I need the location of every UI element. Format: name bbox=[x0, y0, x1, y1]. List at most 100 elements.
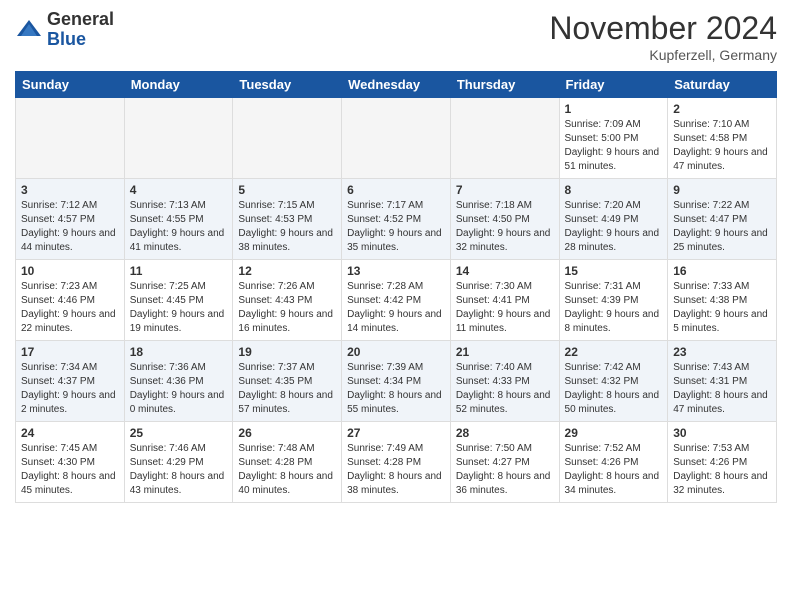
day-number: 22 bbox=[565, 345, 663, 359]
calendar-cell: 7 Sunrise: 7:18 AM Sunset: 4:50 PM Daylig… bbox=[450, 179, 559, 260]
day-info: Sunrise: 7:45 AM Sunset: 4:30 PM Dayligh… bbox=[21, 442, 119, 498]
day-info: Sunrise: 7:37 AM Sunset: 4:35 PM Dayligh… bbox=[238, 361, 336, 417]
calendar-cell bbox=[342, 98, 451, 179]
day-info: Sunrise: 7:31 AM Sunset: 4:39 PM Dayligh… bbox=[565, 280, 663, 336]
calendar-cell: 4Sunrise: 7:13 AM Sunset: 4:55 PM Daylig… bbox=[124, 179, 233, 260]
page: General Blue November 2024 Kupferzell, G… bbox=[0, 0, 792, 612]
calendar-cell: 12 Sunrise: 7:26 AM Sunset: 4:43 PM Dayli… bbox=[233, 260, 342, 341]
calendar-cell: 18Sunrise: 7:36 AM Sunset: 4:36 PM Dayli… bbox=[124, 341, 233, 422]
col-tuesday: Tuesday bbox=[233, 72, 342, 98]
day-info: Sunrise: 7:30 AM Sunset: 4:41 PM Dayligh… bbox=[456, 280, 554, 336]
calendar-cell: 20 Sunrise: 7:39 AM Sunset: 4:34 PM Dayli… bbox=[342, 341, 451, 422]
col-wednesday: Wednesday bbox=[342, 72, 451, 98]
day-info: Sunrise: 7:49 AM Sunset: 4:28 PM Dayligh… bbox=[347, 442, 445, 498]
day-number: 23 bbox=[673, 345, 771, 359]
calendar-cell: 29 Sunrise: 7:52 AM Sunset: 4:26 PM Dayli… bbox=[559, 422, 668, 503]
day-number: 14 bbox=[456, 264, 554, 278]
day-number: 12 bbox=[238, 264, 336, 278]
day-number: 21 bbox=[456, 345, 554, 359]
day-info: Sunrise: 7:52 AM Sunset: 4:26 PM Dayligh… bbox=[565, 442, 663, 498]
calendar-header-row: Sunday Monday Tuesday Wednesday Thursday… bbox=[16, 72, 777, 98]
day-number: 26 bbox=[238, 426, 336, 440]
calendar-cell bbox=[16, 98, 125, 179]
day-number: 16 bbox=[673, 264, 771, 278]
calendar-week-4: 17 Sunrise: 7:34 AM Sunset: 4:37 PM Dayli… bbox=[16, 341, 777, 422]
day-info: Sunrise: 7:25 AM Sunset: 4:45 PM Dayligh… bbox=[130, 280, 228, 336]
day-number: 30 bbox=[673, 426, 771, 440]
day-info: Sunrise: 7:10 AM Sunset: 4:58 PM Dayligh… bbox=[673, 118, 771, 174]
calendar-week-1: 1Sunrise: 7:09 AM Sunset: 5:00 PM Daylig… bbox=[16, 98, 777, 179]
calendar-cell: 6Sunrise: 7:17 AM Sunset: 4:52 PM Daylig… bbox=[342, 179, 451, 260]
day-info: Sunrise: 7:50 AM Sunset: 4:27 PM Dayligh… bbox=[456, 442, 554, 498]
day-number: 5 bbox=[238, 183, 336, 197]
calendar-cell bbox=[450, 98, 559, 179]
day-number: 15 bbox=[565, 264, 663, 278]
day-info: Sunrise: 7:46 AM Sunset: 4:29 PM Dayligh… bbox=[130, 442, 228, 498]
calendar-cell: 1Sunrise: 7:09 AM Sunset: 5:00 PM Daylig… bbox=[559, 98, 668, 179]
logo-general: General bbox=[47, 10, 114, 30]
day-info: Sunrise: 7:36 AM Sunset: 4:36 PM Dayligh… bbox=[130, 361, 228, 417]
day-number: 1 bbox=[565, 102, 663, 116]
col-monday: Monday bbox=[124, 72, 233, 98]
day-number: 9 bbox=[673, 183, 771, 197]
calendar-cell: 13Sunrise: 7:28 AM Sunset: 4:42 PM Dayli… bbox=[342, 260, 451, 341]
day-info: Sunrise: 7:53 AM Sunset: 4:26 PM Dayligh… bbox=[673, 442, 771, 498]
day-info: Sunrise: 7:34 AM Sunset: 4:37 PM Dayligh… bbox=[21, 361, 119, 417]
calendar-cell: 10Sunrise: 7:23 AM Sunset: 4:46 PM Dayli… bbox=[16, 260, 125, 341]
calendar-cell: 25Sunrise: 7:46 AM Sunset: 4:29 PM Dayli… bbox=[124, 422, 233, 503]
calendar-cell: 17 Sunrise: 7:34 AM Sunset: 4:37 PM Dayli… bbox=[16, 341, 125, 422]
day-info: Sunrise: 7:12 AM Sunset: 4:57 PM Dayligh… bbox=[21, 199, 119, 255]
calendar-cell: 30 Sunrise: 7:53 AM Sunset: 4:26 PM Dayli… bbox=[668, 422, 777, 503]
title-block: November 2024 Kupferzell, Germany bbox=[549, 10, 777, 63]
day-number: 2 bbox=[673, 102, 771, 116]
day-info: Sunrise: 7:43 AM Sunset: 4:31 PM Dayligh… bbox=[673, 361, 771, 417]
calendar-cell: 27 Sunrise: 7:49 AM Sunset: 4:28 PM Dayli… bbox=[342, 422, 451, 503]
calendar-cell: 19Sunrise: 7:37 AM Sunset: 4:35 PM Dayli… bbox=[233, 341, 342, 422]
day-number: 29 bbox=[565, 426, 663, 440]
day-info: Sunrise: 7:22 AM Sunset: 4:47 PM Dayligh… bbox=[673, 199, 771, 255]
day-number: 11 bbox=[130, 264, 228, 278]
logo: General Blue bbox=[15, 10, 114, 50]
calendar-cell: 3 Sunrise: 7:12 AM Sunset: 4:57 PM Daylig… bbox=[16, 179, 125, 260]
day-number: 17 bbox=[21, 345, 119, 359]
day-number: 4 bbox=[130, 183, 228, 197]
calendar-week-5: 24Sunrise: 7:45 AM Sunset: 4:30 PM Dayli… bbox=[16, 422, 777, 503]
day-info: Sunrise: 7:48 AM Sunset: 4:28 PM Dayligh… bbox=[238, 442, 336, 498]
calendar-cell bbox=[233, 98, 342, 179]
day-info: Sunrise: 7:42 AM Sunset: 4:32 PM Dayligh… bbox=[565, 361, 663, 417]
col-thursday: Thursday bbox=[450, 72, 559, 98]
day-info: Sunrise: 7:40 AM Sunset: 4:33 PM Dayligh… bbox=[456, 361, 554, 417]
calendar-cell bbox=[124, 98, 233, 179]
calendar-cell: 21 Sunrise: 7:40 AM Sunset: 4:33 PM Dayli… bbox=[450, 341, 559, 422]
calendar-cell: 26 Sunrise: 7:48 AM Sunset: 4:28 PM Dayli… bbox=[233, 422, 342, 503]
calendar-cell: 16 Sunrise: 7:33 AM Sunset: 4:38 PM Dayli… bbox=[668, 260, 777, 341]
calendar-week-2: 3 Sunrise: 7:12 AM Sunset: 4:57 PM Daylig… bbox=[16, 179, 777, 260]
logo-icon bbox=[15, 16, 43, 44]
calendar-cell: 9 Sunrise: 7:22 AM Sunset: 4:47 PM Daylig… bbox=[668, 179, 777, 260]
month-title: November 2024 bbox=[549, 10, 777, 47]
calendar-cell: 8 Sunrise: 7:20 AM Sunset: 4:49 PM Daylig… bbox=[559, 179, 668, 260]
day-info: Sunrise: 7:18 AM Sunset: 4:50 PM Dayligh… bbox=[456, 199, 554, 255]
calendar-cell: 28 Sunrise: 7:50 AM Sunset: 4:27 PM Dayli… bbox=[450, 422, 559, 503]
day-number: 27 bbox=[347, 426, 445, 440]
logo-blue: Blue bbox=[47, 30, 114, 50]
day-info: Sunrise: 7:39 AM Sunset: 4:34 PM Dayligh… bbox=[347, 361, 445, 417]
calendar-cell: 14 Sunrise: 7:30 AM Sunset: 4:41 PM Dayli… bbox=[450, 260, 559, 341]
day-number: 20 bbox=[347, 345, 445, 359]
day-info: Sunrise: 7:33 AM Sunset: 4:38 PM Dayligh… bbox=[673, 280, 771, 336]
day-info: Sunrise: 7:20 AM Sunset: 4:49 PM Dayligh… bbox=[565, 199, 663, 255]
day-number: 7 bbox=[456, 183, 554, 197]
day-number: 10 bbox=[21, 264, 119, 278]
location: Kupferzell, Germany bbox=[549, 47, 777, 63]
day-number: 3 bbox=[21, 183, 119, 197]
col-friday: Friday bbox=[559, 72, 668, 98]
calendar-cell: 22 Sunrise: 7:42 AM Sunset: 4:32 PM Dayli… bbox=[559, 341, 668, 422]
header: General Blue November 2024 Kupferzell, G… bbox=[15, 10, 777, 63]
calendar-cell: 2 Sunrise: 7:10 AM Sunset: 4:58 PM Daylig… bbox=[668, 98, 777, 179]
day-number: 8 bbox=[565, 183, 663, 197]
calendar-week-3: 10Sunrise: 7:23 AM Sunset: 4:46 PM Dayli… bbox=[16, 260, 777, 341]
calendar: Sunday Monday Tuesday Wednesday Thursday… bbox=[15, 71, 777, 503]
calendar-cell: 11 Sunrise: 7:25 AM Sunset: 4:45 PM Dayli… bbox=[124, 260, 233, 341]
day-number: 28 bbox=[456, 426, 554, 440]
day-info: Sunrise: 7:26 AM Sunset: 4:43 PM Dayligh… bbox=[238, 280, 336, 336]
